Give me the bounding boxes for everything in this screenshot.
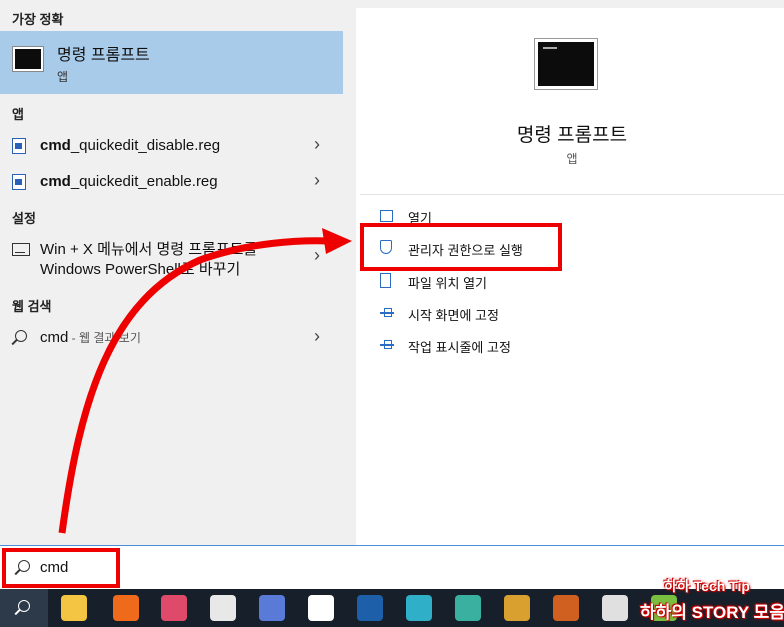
settings-header: 설정 [12, 211, 36, 226]
taskbar-settings-icon [12, 243, 30, 256]
image-app-icon[interactable] [210, 595, 236, 621]
detail-app-title: 명령 프롬프트 [516, 125, 628, 146]
action-label: 파일 위치 열기 [408, 276, 487, 291]
bird-app-icon[interactable] [455, 595, 481, 621]
registry-file-icon [12, 174, 26, 190]
v-app-icon[interactable] [357, 595, 383, 621]
action-label: 작업 표시줄에 고정 [408, 340, 511, 355]
chrome-icon[interactable] [504, 595, 530, 621]
striped-app-icon[interactable] [553, 595, 579, 621]
run-as-admin-highlight [360, 223, 562, 271]
watermark-line2: 하하의 STORY 모음 [640, 603, 784, 622]
pin-icon [380, 337, 394, 351]
action-label: 시작 화면에 고정 [408, 308, 499, 323]
app-c-icon[interactable] [113, 595, 139, 621]
chevron-right-icon[interactable]: › [314, 326, 320, 347]
setting-item[interactable]: Win + X 메뉴에서 명령 프롬프트를 Windows PowerShell로… [0, 233, 343, 281]
capture-icon[interactable] [259, 595, 285, 621]
file-explorer-icon[interactable] [61, 595, 87, 621]
chevron-right-icon[interactable]: › [314, 245, 320, 266]
best-match-header: 가장 정확 [12, 12, 64, 27]
divider [360, 194, 784, 195]
search-icon [15, 330, 27, 342]
ring-app-icon[interactable] [602, 595, 628, 621]
edge-icon[interactable] [406, 595, 432, 621]
chevron-right-icon[interactable]: › [314, 170, 320, 191]
web-search-label: cmd - 웹 결과 보기 [40, 329, 141, 346]
search-results-panel: 가장 정확 명령 프롬프트 앱 앱 cmd_quickedit_disable.… [0, 0, 352, 545]
list-item[interactable]: cmd_quickedit_disable.reg › [0, 128, 343, 162]
setting-item-label: Win + X 메뉴에서 명령 프롬프트를 Windows PowerShell로… [40, 241, 258, 278]
best-match-title: 명령 프롬프트 [57, 47, 150, 64]
action-pin-to-start[interactable]: 시작 화면에 고정 [372, 301, 572, 325]
chevron-right-icon[interactable]: › [314, 134, 320, 155]
document-icon[interactable] [308, 595, 334, 621]
file-location-icon [380, 273, 391, 288]
open-icon [380, 210, 393, 222]
command-prompt-large-icon [534, 38, 598, 90]
apps-header: 앱 [12, 107, 24, 122]
registry-file-icon [12, 138, 26, 154]
detail-app-subtitle: 앱 [566, 152, 578, 166]
list-item[interactable]: cmd_quickedit_enable.reg › [0, 164, 343, 198]
pin-icon [380, 305, 394, 319]
list-item-label: cmd_quickedit_enable.reg [40, 173, 218, 190]
action-pin-to-taskbar[interactable]: 작업 표시줄에 고정 [372, 333, 572, 357]
taskbar-search-button[interactable] [0, 589, 48, 627]
best-match-item[interactable]: 명령 프롬프트 앱 [0, 31, 343, 94]
camera-app-icon[interactable] [161, 595, 187, 621]
action-open-file-location[interactable]: 파일 위치 열기 [372, 269, 572, 293]
search-input-highlight [2, 548, 120, 588]
search-icon [18, 600, 30, 612]
list-item-label: cmd_quickedit_disable.reg [40, 137, 221, 154]
best-match-subtitle: 앱 [57, 70, 69, 84]
watermark-line1: 하하 Tech Tip [664, 578, 750, 594]
web-search-header: 웹 검색 [12, 299, 52, 314]
command-prompt-icon [12, 46, 44, 72]
web-search-item[interactable]: cmd - 웹 결과 보기 › [0, 320, 343, 354]
app-detail-panel: 명령 프롬프트 앱 열기 관리자 권한으로 실행 파일 위치 열기 시작 화면에… [352, 0, 784, 545]
